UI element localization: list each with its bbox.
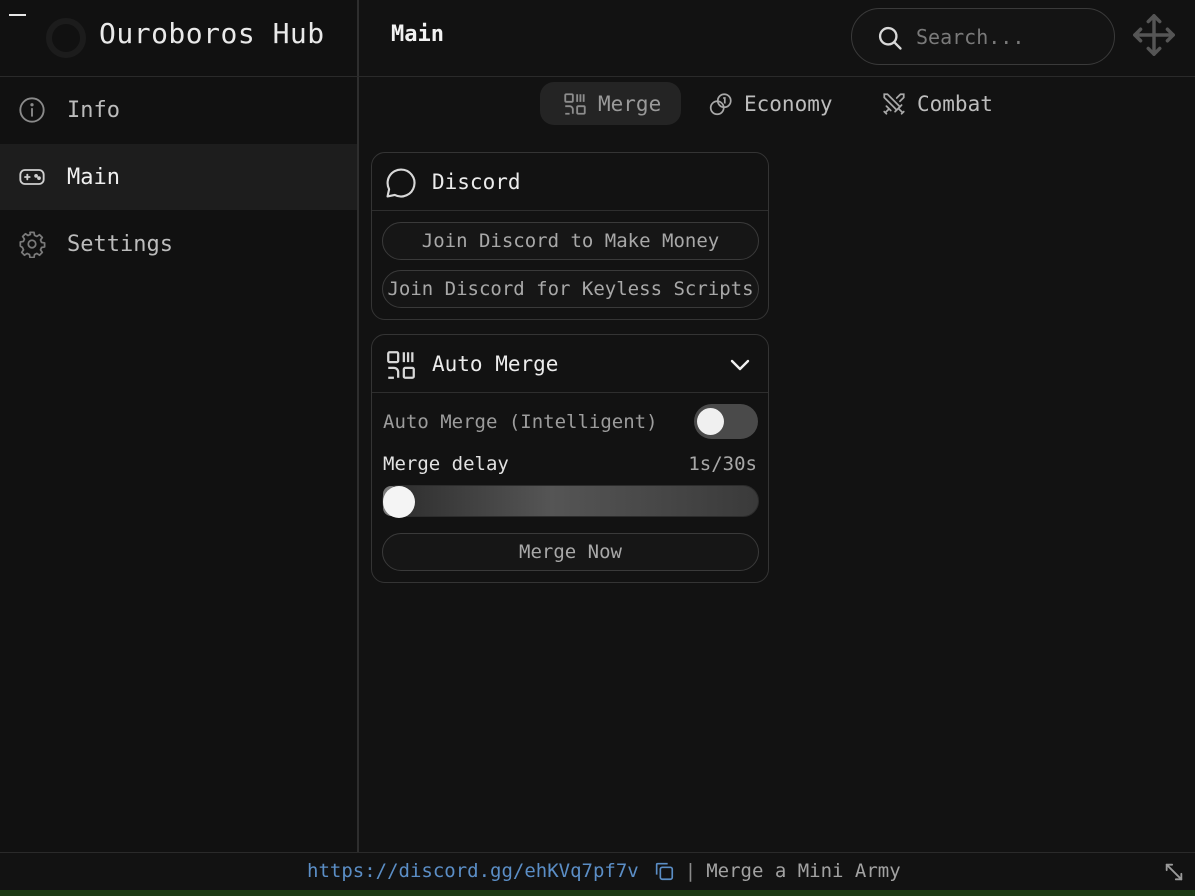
card-title: Auto Merge [432, 352, 559, 376]
chat-bubble-icon [386, 168, 416, 198]
sidebar-item-label: Settings [67, 231, 173, 257]
join-discord-keyless-button[interactable]: Join Discord for Keyless Scripts [382, 270, 759, 308]
tab-label: Merge [598, 91, 662, 116]
footer-separator: | [684, 860, 697, 882]
swords-icon [883, 92, 905, 115]
discord-card-header: Discord [372, 153, 768, 211]
info-icon [19, 97, 45, 123]
search-icon [878, 26, 902, 50]
footer-info: https://discord.gg/ehKVq7pf7v | Merge a … [307, 860, 901, 882]
brand-header: Ouroboros Hub [0, 0, 357, 76]
merge-delay-label: Merge delay [383, 453, 509, 475]
tab-label: Economy [744, 91, 833, 116]
search-box[interactable] [851, 8, 1115, 65]
merge-icon [564, 92, 586, 115]
move-icon[interactable] [1131, 12, 1177, 58]
discord-link[interactable]: https://discord.gg/ehKVq7pf7v [307, 860, 639, 882]
gear-icon [19, 231, 46, 258]
merge-icon [387, 351, 415, 379]
footer: https://discord.gg/ehKVq7pf7v | Merge a … [0, 852, 1195, 890]
merge-delay-slider[interactable] [382, 485, 759, 518]
coins-icon [709, 92, 732, 115]
sidebar-item-label: Info [67, 97, 120, 123]
discord-card: Discord Join Discord to Make Money Join … [371, 152, 769, 320]
tab-economy[interactable]: Economy [708, 82, 833, 125]
chevron-down-icon[interactable] [728, 353, 752, 377]
sidebar-item-label: Main [67, 164, 120, 190]
logo [46, 18, 86, 58]
join-discord-money-button[interactable]: Join Discord to Make Money [382, 222, 759, 260]
hub-window: Ouroboros Hub Info Main Settings Main Se… [0, 0, 1195, 890]
tab-combat[interactable]: Combat [881, 82, 993, 125]
auto-merge-toggle-label: Auto Merge (Intelligent) [383, 411, 658, 433]
gamepad-icon [19, 169, 45, 185]
sidebar-item-info[interactable]: Info [0, 77, 357, 143]
copy-icon[interactable] [653, 860, 675, 882]
slider-thumb[interactable] [383, 486, 415, 518]
app-title: Ouroboros Hub [99, 17, 325, 50]
auto-merge-card: Auto Merge Auto Merge (Intelligent) Merg… [371, 334, 769, 583]
auto-merge-card-header[interactable]: Auto Merge [372, 335, 768, 393]
sidebar: Ouroboros Hub Info Main Settings [0, 0, 357, 852]
sidebar-item-settings[interactable]: Settings [0, 211, 357, 277]
search-input[interactable] [916, 21, 1096, 53]
merge-now-button[interactable]: Merge Now [382, 533, 759, 571]
sidebar-divider [357, 0, 359, 852]
bottom-accent-strip [0, 890, 1195, 896]
minimize-icon[interactable] [9, 14, 26, 16]
card-title: Discord [432, 170, 521, 194]
toggle-knob [697, 408, 724, 435]
sidebar-item-main[interactable]: Main [0, 144, 357, 210]
auto-merge-toggle[interactable] [694, 404, 758, 439]
tab-label: Combat [917, 91, 993, 116]
game-name: Merge a Mini Army [706, 860, 901, 882]
merge-delay-value: 1s/30s [688, 453, 757, 475]
header-divider [0, 76, 1195, 77]
tab-merge[interactable]: Merge [540, 82, 681, 125]
resize-icon[interactable] [1163, 861, 1185, 883]
page-title: Main [391, 22, 444, 47]
